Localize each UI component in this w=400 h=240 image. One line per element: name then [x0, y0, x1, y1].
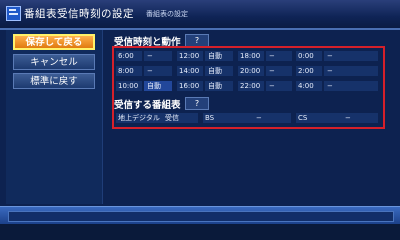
action-cell[interactable]: − — [266, 81, 292, 91]
epg-heading: 受信する番組表 — [114, 100, 181, 111]
epg-cs-value[interactable]: − — [342, 113, 378, 123]
time-cell: 16:00 — [177, 81, 203, 91]
save-and-return-button[interactable]: 保存して戻る — [13, 34, 95, 50]
page-title: 番組表受信時刻の設定 — [24, 8, 134, 20]
list-icon — [6, 6, 21, 21]
time-cell: 14:00 — [177, 66, 203, 76]
action-cell[interactable]: − — [266, 51, 292, 61]
footer-bar — [0, 206, 400, 224]
action-cell[interactable]: − — [266, 66, 292, 76]
time-cell: 10:00 — [116, 81, 142, 91]
epg-cs-label: CS — [296, 113, 342, 123]
time-cell: 8:00 — [116, 66, 142, 76]
action-cell[interactable]: − — [144, 51, 172, 61]
action-cell[interactable]: 自動 — [144, 81, 172, 91]
time-cell: 2:00 — [296, 66, 322, 76]
time-cell: 12:00 — [177, 51, 203, 61]
time-cell: 0:00 — [296, 51, 322, 61]
time-cell: 6:00 — [116, 51, 142, 61]
epg-help-button[interactable]: ? — [185, 97, 209, 110]
cancel-button[interactable]: キャンセル — [13, 54, 95, 70]
epg-terrestrial-value[interactable]: 受信 — [162, 113, 198, 123]
footer-guide-area — [8, 211, 394, 222]
settings-screen: 番組表受信時刻の設定 番組表の設定 保存して戻る キャンセル 標準に戻す 受信時… — [0, 0, 400, 224]
action-cell[interactable]: 自動 — [205, 51, 233, 61]
time-cell: 4:00 — [296, 81, 322, 91]
time-cell: 18:00 — [238, 51, 264, 61]
page-subtitle: 番組表の設定 — [146, 10, 188, 18]
time-cell: 20:00 — [238, 66, 264, 76]
reset-default-button[interactable]: 標準に戻す — [13, 73, 95, 89]
action-cell[interactable]: − — [324, 81, 378, 91]
action-cell[interactable]: − — [144, 66, 172, 76]
header-bar: 番組表受信時刻の設定 番組表の設定 — [0, 0, 400, 30]
action-cell[interactable]: − — [324, 51, 378, 61]
action-cell[interactable]: 自動 — [205, 81, 233, 91]
action-cell[interactable]: 自動 — [205, 66, 233, 76]
menu-panel: 保存して戻る キャンセル 標準に戻す — [6, 30, 103, 204]
action-cell[interactable]: − — [324, 66, 378, 76]
epg-terrestrial-label: 地上デジタル — [116, 113, 162, 123]
epg-bs-label: BS — [203, 113, 253, 123]
time-cell: 22:00 — [238, 81, 264, 91]
epg-bs-value[interactable]: − — [253, 113, 291, 123]
